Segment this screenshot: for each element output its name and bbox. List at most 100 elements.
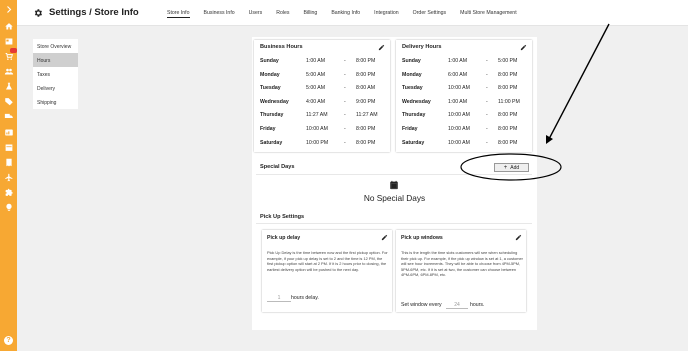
time-separator: - [344,139,346,146]
hours-delay-label: hours delay. [291,295,319,301]
top-header: Settings / Store Info Store Info Busines… [17,0,688,26]
tab-business-info[interactable]: Business Info [204,0,235,26]
time-separator: - [486,98,488,105]
receipt-icon[interactable] [3,158,14,167]
day-label: Friday [402,126,418,132]
pencil-icon[interactable] [378,44,385,51]
day-label: Sunday [402,58,421,64]
open-time: 10:00 AM [448,112,470,119]
close-time: 8:00 PM [498,71,518,78]
add-button-label: Add [510,164,520,171]
time-separator: - [486,126,488,132]
time-separator: - [486,58,488,64]
tab-multi-store-management[interactable]: Multi Store Management [460,0,517,26]
pencil-icon[interactable] [520,44,527,51]
subnav-item-hours[interactable]: Hours [33,53,78,67]
reports-icon[interactable] [3,128,14,137]
plus-icon: + [503,164,508,171]
users-icon[interactable] [3,67,14,76]
pickup-window-input[interactable] [446,301,468,309]
plane-icon[interactable] [3,173,14,182]
time-separator: - [344,71,346,78]
delivery-hours-title: Delivery Hours [402,44,442,50]
store-info-subnav: Store Overview Hours Taxes Delivery Ship… [33,39,78,109]
time-separator: - [486,71,488,78]
subnav-item-store-overview[interactable]: Store Overview [33,39,78,53]
tab-billing[interactable]: Billing [303,0,317,26]
puzzle-icon[interactable] [3,188,14,197]
day-label: Saturday [402,139,425,146]
add-special-day-button[interactable]: + Add [494,163,529,172]
time-separator: - [486,139,488,146]
open-time: 1:00 AM [448,58,468,64]
hours-row: Wednesday 1:00 AM - 11:00 PM [396,99,532,107]
tab-integration[interactable]: Integration [374,0,399,26]
day-label: Tuesday [402,85,423,92]
day-label: Sunday [260,58,279,64]
page-title: Settings / Store Info [49,7,139,18]
tag-icon[interactable] [3,97,14,106]
help-icon[interactable]: ? [4,336,13,345]
truck-icon[interactable] [3,112,14,121]
hours-row: Sunday 1:00 AM - 5:00 PM [396,58,532,66]
hours-row: Tuesday 5:00 AM - 8:00 AM [254,85,390,93]
home-icon[interactable] [3,22,14,31]
delivery-hours-card: Delivery Hours Sunday 1:00 AM - 5:00 PM Mond… [396,40,532,152]
tab-order-settings[interactable]: Order Settings [413,0,446,26]
set-window-label: Set window every [401,302,442,308]
open-time: 10:00 AM [448,85,470,92]
subnav-item-taxes[interactable]: Taxes [33,67,78,81]
pickup-windows-card: Pick up windows This is the length the t… [396,230,526,312]
tab-roles[interactable]: Roles [276,0,289,26]
close-time: 8:00 PM [498,85,518,92]
time-separator: - [344,85,346,92]
close-time: 11:27 AM [356,112,378,119]
tab-store-info[interactable]: Store Info [167,0,190,18]
open-time: 11:27 AM [306,112,328,119]
day-label: Wednesday [260,98,289,105]
business-hours-title: Business Hours [260,44,303,50]
hours-row: Saturday 10:00 PM - 8:00 PM [254,140,390,148]
chevron-right-icon[interactable] [3,5,14,14]
close-time: 8:00 PM [498,139,518,146]
hours-row: Monday 6:00 AM - 8:00 PM [396,72,532,80]
time-separator: - [344,58,346,64]
hours-row: Monday 5:00 AM - 8:00 PM [254,72,390,80]
tab-banking-info[interactable]: Banking Info [331,0,360,26]
annotation-arrowhead [546,135,553,144]
flask-icon[interactable] [3,82,14,91]
open-time: 10:00 AM [448,139,470,146]
notification-badge [10,48,17,53]
day-label: Thursday [260,112,284,119]
day-label: Tuesday [260,85,281,92]
open-time: 1:00 AM [448,98,468,105]
pencil-icon[interactable] [381,234,388,241]
subnav-item-shipping[interactable]: Shipping [33,95,78,109]
pencil-icon[interactable] [515,234,522,241]
calendar-icon[interactable] [3,143,14,152]
open-time: 4:00 AM [306,98,326,105]
bulb-icon[interactable] [3,203,14,212]
close-time: 8:00 PM [498,126,518,132]
cart-icon[interactable] [3,52,14,61]
pickup-windows-title: Pick up windows [401,235,443,241]
special-days-divider [256,174,532,175]
day-label: Saturday [260,139,283,146]
pickup-delay-input[interactable] [267,294,291,302]
close-time: 8:00 PM [356,58,376,64]
close-time: 5:00 PM [498,58,518,64]
hours-row: Sunday 1:00 AM - 8:00 PM [254,58,390,66]
tab-users[interactable]: Users [249,0,263,26]
time-separator: - [344,98,346,105]
close-time: 9:00 PM [356,98,376,105]
close-time: 8:00 AM [356,85,376,92]
left-rail: ? [0,0,17,351]
hours-row: Wednesday 4:00 AM - 9:00 PM [254,99,390,107]
open-time: 1:00 AM [306,58,326,64]
close-time: 8:00 PM [356,126,376,132]
subnav-item-delivery[interactable]: Delivery [33,81,78,95]
annotation-arrow [548,23,610,140]
open-time: 10:00 PM [306,139,329,146]
grid-icon[interactable] [3,37,14,46]
time-separator: - [486,85,488,92]
